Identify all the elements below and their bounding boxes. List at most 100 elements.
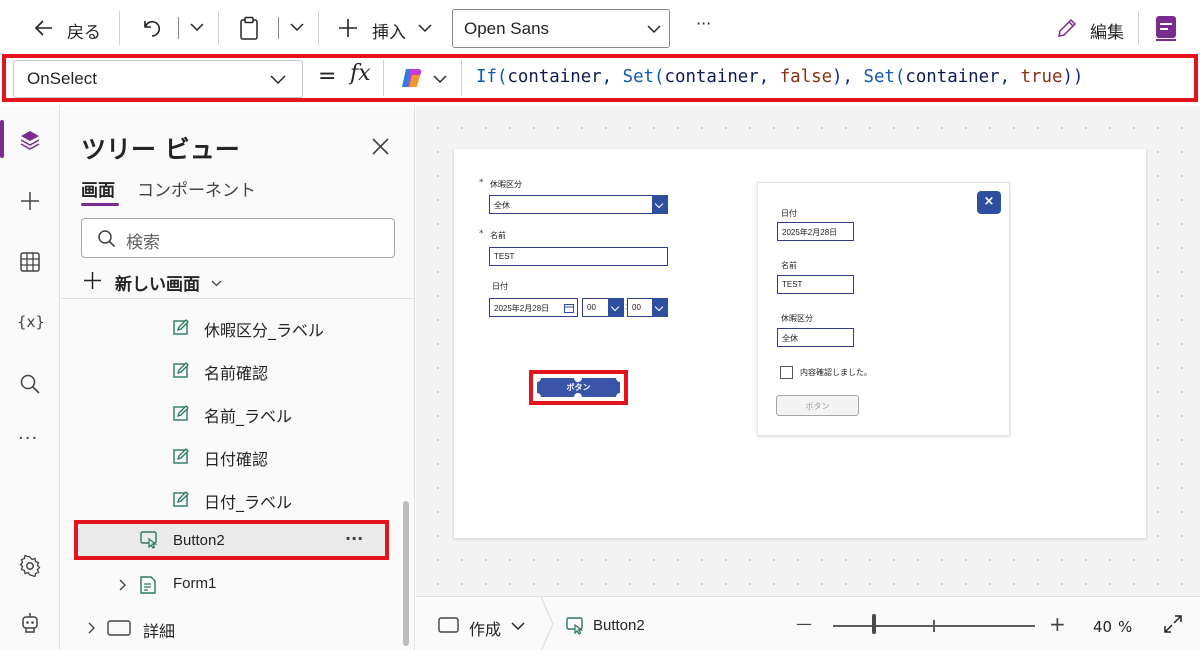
- required-mark: *: [479, 229, 484, 239]
- copilot-rail-button[interactable]: [0, 600, 60, 644]
- property-select[interactable]: OnSelect: [13, 60, 303, 98]
- required-mark: *: [479, 178, 484, 188]
- zoom-in-button[interactable]: +: [1049, 612, 1066, 636]
- variables-button[interactable]: {x}: [0, 302, 60, 346]
- back-button[interactable]: 戻る: [30, 10, 112, 46]
- edit-label: 編集: [1090, 23, 1124, 43]
- chevron-down-icon: [608, 298, 624, 317]
- tree-item-date-confirm[interactable]: 日付確認: [61, 436, 401, 476]
- formula-input[interactable]: If(container, Set(container, false), Set…: [476, 67, 1083, 87]
- chevron-down-icon: [270, 75, 286, 85]
- canvas[interactable]: * 休暇区分 全休 * 名前 TEST 日付 2025年2月28日 00 : 0…: [416, 106, 1200, 596]
- chevron-down-icon: [418, 24, 432, 33]
- back-label: 戻る: [67, 23, 101, 43]
- variables-icon: {x}: [17, 313, 45, 331]
- plus-icon: [21, 192, 39, 210]
- close-icon: [372, 138, 389, 155]
- data-button[interactable]: [0, 240, 60, 284]
- name-input[interactable]: TEST: [489, 247, 668, 266]
- selected-button-control[interactable]: ボタン: [529, 370, 628, 405]
- tree-item-button2[interactable]: Button2 ···: [74, 520, 389, 560]
- chevron-down-icon: [652, 298, 668, 317]
- expand-icon: [1164, 615, 1182, 633]
- undo-button[interactable]: [136, 10, 172, 46]
- breadcrumb-selected-control[interactable]: Button2: [566, 611, 666, 639]
- zoom-slider-thumb[interactable]: [872, 614, 876, 634]
- search-input[interactable]: 検索: [81, 218, 395, 258]
- scrollbar[interactable]: [403, 501, 409, 646]
- resize-handle[interactable]: [533, 374, 541, 382]
- table-icon: [20, 252, 40, 272]
- mode-dropdown[interactable]: 作成: [438, 611, 548, 639]
- chevron-right-icon: [119, 579, 126, 591]
- close-pane-button[interactable]: [368, 134, 394, 160]
- layers-icon: [20, 131, 40, 150]
- equals-sign: =: [318, 64, 337, 89]
- font-select[interactable]: Open Sans: [452, 9, 670, 48]
- confirm-text: 内容確認しました。: [800, 368, 872, 377]
- property-select-value: OnSelect: [27, 69, 97, 88]
- resize-handle[interactable]: [533, 393, 541, 401]
- settings-button[interactable]: [0, 544, 60, 588]
- tree-item-date-label[interactable]: 日付_ラベル: [61, 479, 401, 519]
- more-rail-button[interactable]: ···: [0, 418, 60, 462]
- tree-view-button[interactable]: [0, 118, 60, 162]
- resize-handle[interactable]: [574, 374, 582, 382]
- tab-screens[interactable]: 画面: [81, 176, 115, 201]
- status-bar: 作成 Button2 — + 40 %: [416, 596, 1200, 650]
- calendar-icon: [564, 304, 574, 313]
- search-placeholder: 検索: [126, 233, 160, 253]
- name-label: 名前: [490, 231, 506, 240]
- more-commands-button[interactable]: ···: [696, 14, 711, 33]
- tree-item-name-label[interactable]: 名前_ラベル: [61, 393, 401, 433]
- app-screen[interactable]: * 休暇区分 全休 * 名前 TEST 日付 2025年2月28日 00 : 0…: [454, 149, 1146, 538]
- bot-icon: [22, 613, 38, 633]
- popup-leave-type-value-box: 全休: [777, 328, 854, 347]
- edit-button[interactable]: 編集: [1052, 10, 1130, 46]
- left-rail: {x} ···: [0, 106, 60, 650]
- popup-submit-button[interactable]: ボタン: [776, 395, 859, 416]
- edit-label-icon: [173, 319, 189, 335]
- details-container[interactable]: × 日付 2025年2月28日 名前 TEST 休暇区分 全休 内容確認しました…: [757, 182, 1010, 436]
- edit-label-icon: [173, 362, 189, 378]
- selected-control-name: Button2: [593, 617, 645, 634]
- insert-button[interactable]: 挿入: [334, 10, 438, 46]
- zoom-out-button[interactable]: —: [796, 614, 812, 633]
- date-picker[interactable]: 2025年2月28日: [489, 298, 578, 317]
- chevron-down-icon: [433, 75, 447, 84]
- insert-rail-button[interactable]: [0, 179, 60, 223]
- more-icon: ···: [18, 428, 39, 449]
- row-more-button[interactable]: ···: [345, 529, 363, 548]
- search-rail-button[interactable]: [0, 362, 60, 406]
- fx-icon[interactable]: fx: [350, 61, 371, 86]
- tree-item-details[interactable]: 詳細: [61, 608, 401, 648]
- resize-handle[interactable]: [616, 374, 624, 382]
- minute-dropdown[interactable]: 00: [627, 298, 668, 317]
- minute-value: 00: [632, 303, 641, 312]
- copilot-button[interactable]: [396, 62, 452, 94]
- leave-type-label: 休暇区分: [490, 180, 522, 189]
- tree-item-form1[interactable]: Form1: [61, 565, 401, 605]
- zoom-value: 40: [1093, 618, 1113, 636]
- popup-name-value: TEST: [782, 280, 803, 289]
- tree-item-leave-type-label[interactable]: 休暇区分_ラベル: [61, 307, 401, 347]
- notes-button[interactable]: [1148, 10, 1184, 46]
- resize-handle[interactable]: [574, 393, 582, 401]
- tree-item-name-confirm[interactable]: 名前確認: [61, 350, 401, 390]
- mode-label: 作成: [469, 620, 502, 639]
- leave-type-value: 全休: [494, 201, 510, 210]
- tab-components[interactable]: コンポーネント: [137, 176, 256, 201]
- edit-label-icon: [173, 405, 189, 421]
- form-icon: [140, 576, 156, 594]
- paste-button[interactable]: [232, 10, 268, 46]
- confirm-checkbox[interactable]: [780, 366, 793, 379]
- fit-to-window-button[interactable]: [1160, 611, 1186, 637]
- resize-handle[interactable]: [616, 393, 624, 401]
- leave-type-dropdown[interactable]: 全休: [489, 195, 668, 214]
- paste-dropdown-button[interactable]: [284, 14, 310, 42]
- close-button[interactable]: ×: [977, 191, 1001, 214]
- tree-view-pane: ツリー ビュー 画面 コンポーネント 検索 新しい画面 休暇区分_ラベル 名前確…: [61, 106, 415, 650]
- formula-bar: OnSelect = fx If(container, Set(containe…: [2, 54, 1198, 102]
- undo-dropdown-button[interactable]: [184, 14, 210, 42]
- hour-dropdown[interactable]: 00: [582, 298, 624, 317]
